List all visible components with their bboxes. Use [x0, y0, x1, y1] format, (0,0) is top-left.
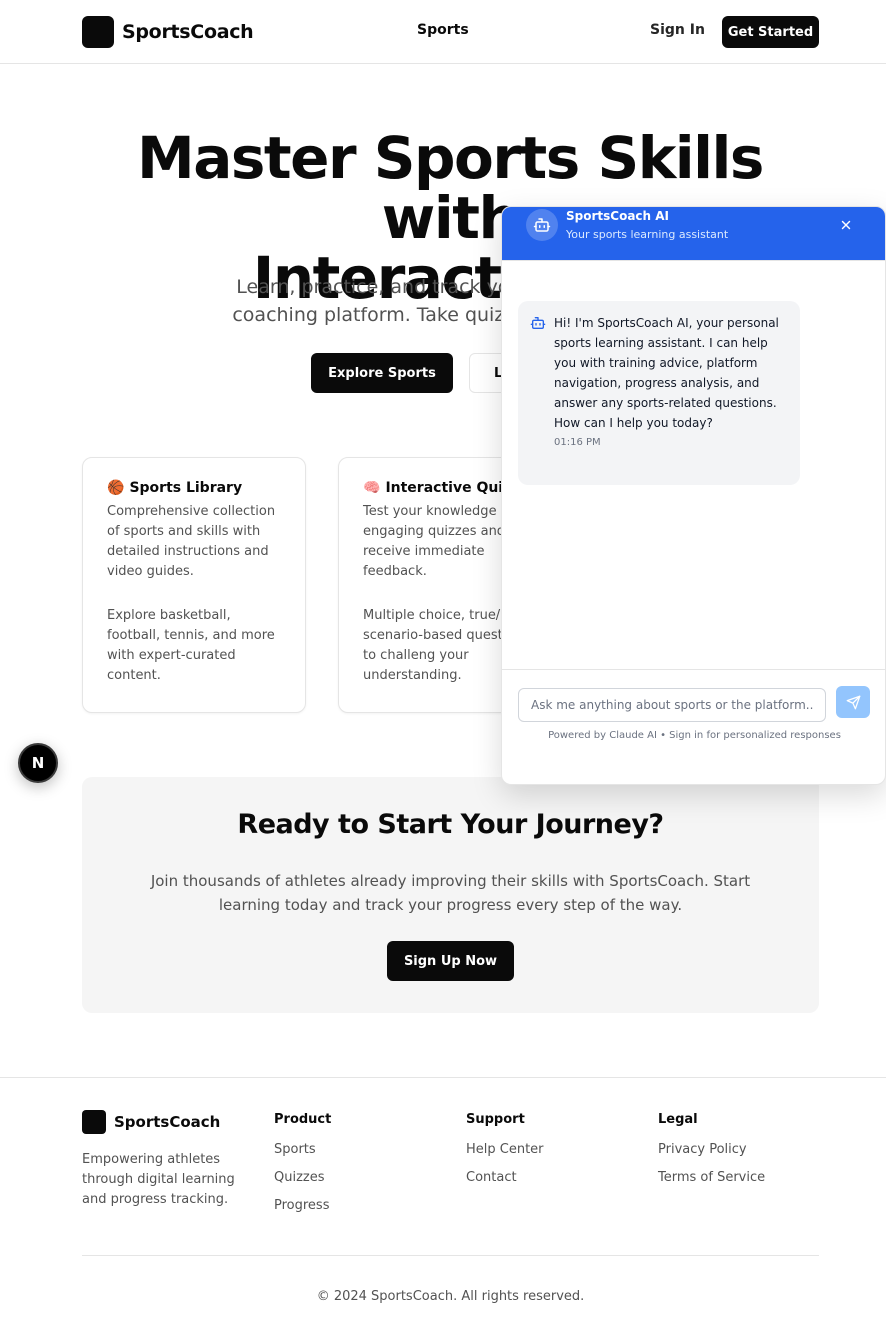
footer-column-product: Product Sports Quizzes Progress: [274, 1112, 331, 1225]
powered-by-note: Powered by Claude AI • Sign in for perso…: [548, 730, 841, 741]
bot-icon: [530, 315, 546, 335]
footer-brand-name: SportsCoach: [114, 1113, 221, 1131]
footer-link-progress[interactable]: Progress: [274, 1197, 331, 1215]
nextjs-dev-indicator-button[interactable]: N: [18, 743, 58, 783]
explore-sports-button[interactable]: Explore Sports: [311, 353, 453, 393]
chat-header: SportsCoach AI Your sports learning assi…: [502, 207, 885, 261]
message-text: Hi! I'm SportsCoach AI, your personal sp…: [554, 316, 779, 430]
card-details: Explore basketball, football, tennis, an…: [107, 608, 275, 683]
footer-column-legal: Legal Privacy Policy Terms of Service: [658, 1112, 765, 1197]
brand-link[interactable]: SportsCoach: [82, 16, 254, 48]
bot-icon: [526, 209, 558, 241]
chat-subtitle: Your sports learning assistant: [566, 228, 729, 241]
basketball-icon: 🏀: [107, 480, 125, 496]
footer-column-support: Support Help Center Contact: [466, 1112, 544, 1197]
cta-title: Ready to Start Your Journey?: [237, 809, 664, 840]
footer-copyright: © 2024 SportsCoach. All rights reserved.: [316, 1289, 585, 1304]
footer-link-help-center[interactable]: Help Center: [466, 1141, 544, 1159]
footer-link-sports[interactable]: Sports: [274, 1141, 331, 1159]
get-started-button[interactable]: Get Started: [722, 16, 819, 48]
card-title-text: Interactive Quiz: [385, 480, 512, 496]
cta-section: Ready to Start Your Journey? Join thousa…: [82, 777, 819, 1013]
chat-input-area: Powered by Claude AI • Sign in for perso…: [502, 669, 885, 784]
footer-brand[interactable]: SportsCoach: [82, 1110, 220, 1134]
send-icon: [846, 695, 860, 709]
footer-column-title: Product: [274, 1112, 332, 1127]
footer-column-title: Support: [466, 1112, 525, 1127]
footer-tagline: Empowering athletes through digital lear…: [82, 1152, 235, 1207]
card-description: Comprehensive collection of sports and s…: [107, 504, 276, 579]
chat-message-input[interactable]: [518, 688, 826, 722]
footer-link-contact[interactable]: Contact: [466, 1169, 544, 1187]
card-title-text: Sports Library: [129, 480, 243, 496]
feature-card-sports-library: 🏀 Sports Library Comprehensive collectio…: [82, 457, 306, 713]
site-footer: SportsCoach Empowering athletes through …: [0, 1077, 886, 1339]
sign-up-now-button[interactable]: Sign Up Now: [387, 941, 514, 981]
footer-link-terms-of-service[interactable]: Terms of Service: [658, 1169, 765, 1187]
assistant-message: Hi! I'm SportsCoach AI, your personal sp…: [518, 301, 800, 485]
nav-sports-link[interactable]: Sports: [417, 22, 469, 38]
footer-link-quizzes[interactable]: Quizzes: [274, 1169, 331, 1187]
footer-link-privacy-policy[interactable]: Privacy Policy: [658, 1141, 765, 1159]
card-title: 🏀 Sports Library: [107, 480, 281, 496]
site-header: SportsCoach Sports Sign In Get Started: [0, 0, 886, 64]
send-button[interactable]: [836, 686, 870, 718]
footer-divider: [82, 1255, 819, 1256]
footer-column-title: Legal: [658, 1112, 698, 1127]
footer-logo-icon: [82, 1110, 106, 1134]
chat-title: SportsCoach AI: [566, 209, 670, 223]
sign-in-button[interactable]: Sign In: [650, 22, 705, 38]
brand-name: SportsCoach: [122, 21, 254, 43]
cta-text: Join thousands of athletes already impro…: [150, 872, 751, 914]
brand-logo-icon: [82, 16, 114, 48]
close-icon[interactable]: [836, 215, 856, 235]
nextjs-logo-icon: N: [31, 754, 45, 772]
chat-panel: SportsCoach AI Your sports learning assi…: [501, 206, 886, 785]
brain-icon: 🧠: [363, 480, 381, 496]
message-timestamp: 01:16 PM: [554, 437, 601, 448]
